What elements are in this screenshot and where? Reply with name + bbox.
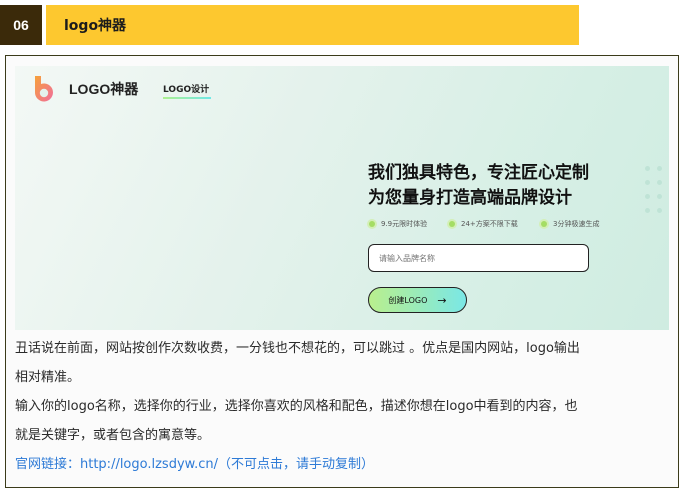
desc-para2-line1: 输入你的logo名称，选择你的行业，选择你喜欢的风格和配色，描述你想在logo中… <box>15 399 578 414</box>
desc-para2-line2: 就是关键字，或者包含的寓意等。 <box>15 428 211 443</box>
brand-name-input[interactable] <box>368 244 589 272</box>
check-dot-icon <box>369 221 375 227</box>
hero-headline: 我们独具特色，专注匠心定制 为您量身打造高端品牌设计 <box>368 161 589 211</box>
website-link-text: 官网链接：http://logo.lzsdyw.cn/（不可点击，请手动复制） <box>15 457 374 472</box>
section-header: 06 logo神器 <box>0 5 580 45</box>
feature-label: 24+方案不限下载 <box>461 220 518 228</box>
section-number: 06 <box>0 5 42 45</box>
desc-para1-line2: 相对精准。 <box>15 370 81 385</box>
nav-logo-design[interactable]: LOGO设计 <box>163 82 209 95</box>
feature-item: 3分钟极速生成 <box>541 219 599 229</box>
check-dot-icon <box>541 221 547 227</box>
check-dot-icon <box>449 221 455 227</box>
feature-label: 9.9元限时体验 <box>381 220 428 228</box>
brand-name: LOGO神器 <box>69 81 139 97</box>
section-title: logo神器 <box>64 18 127 34</box>
create-logo-button[interactable]: 创建LOGO → <box>368 287 467 313</box>
headline-line-1: 我们独具特色，专注匠心定制 <box>368 163 589 183</box>
description: 丑话说在前面，网站按创作次数收费，一分钱也不想花的，可以跳过 。优点是国内网站，… <box>15 334 675 479</box>
feature-item: 9.9元限时体验 <box>369 219 427 229</box>
feature-label: 3分钟极速生成 <box>553 220 600 228</box>
feature-item: 24+方案不限下载 <box>449 219 518 229</box>
desc-para1-line1: 丑话说在前面，网站按创作次数收费，一分钱也不想花的，可以跳过 。优点是国内网站，… <box>15 341 580 356</box>
arrow-right-icon: → <box>437 293 447 307</box>
content-card: LOGO神器 LOGO设计 我们独具特色，专注匠心定制 为您量身打造高端品牌设计… <box>5 55 679 488</box>
nav-active-underline <box>163 97 211 99</box>
create-logo-label: 创建LOGO <box>388 295 428 305</box>
website-screenshot: LOGO神器 LOGO设计 我们独具特色，专注匠心定制 为您量身打造高端品牌设计… <box>15 66 669 330</box>
logo-icon <box>34 76 53 102</box>
headline-line-2: 为您量身打造高端品牌设计 <box>368 188 572 208</box>
section-title-bar: logo神器 <box>46 5 579 45</box>
